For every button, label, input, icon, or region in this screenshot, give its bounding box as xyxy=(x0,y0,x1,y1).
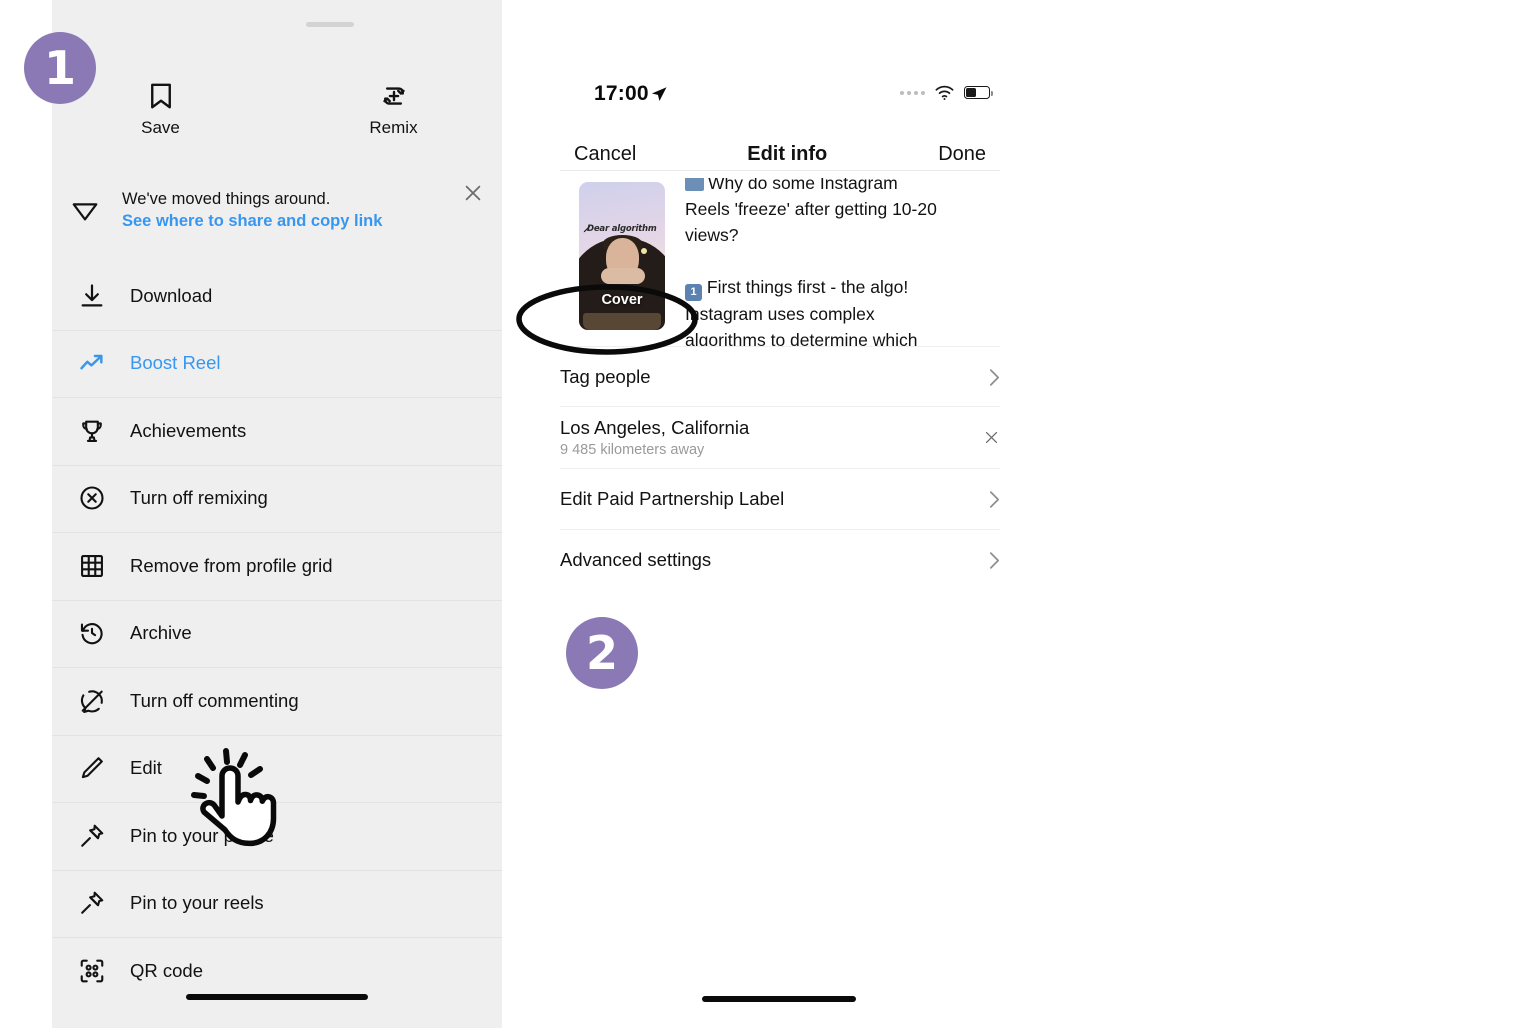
remix-icon xyxy=(382,86,405,105)
caption-paragraph-2: 1 First things first - the algo! Instagr… xyxy=(685,274,985,346)
banner-text: We've moved things around. See where to … xyxy=(122,188,462,233)
menu-item-download[interactable]: Download xyxy=(52,262,502,330)
menu-label: Edit xyxy=(130,757,162,779)
caption-line3: views? xyxy=(685,225,739,245)
clock-rewind-icon xyxy=(80,623,103,645)
tap-hand-cursor-icon xyxy=(191,748,277,847)
banner-title: We've moved things around. xyxy=(122,189,331,208)
row-title: Advanced settings xyxy=(560,549,712,570)
circle-x-icon xyxy=(80,486,104,510)
row-main: Los Angeles, California 9 485 kilometers… xyxy=(560,417,983,458)
menu-item-achievements[interactable]: Achievements xyxy=(52,397,502,465)
caption-line2: Reels 'freeze' after getting 10-20 xyxy=(685,199,937,219)
status-indicators xyxy=(900,84,994,101)
row-title: Tag people xyxy=(560,366,651,387)
grid-icon xyxy=(81,554,103,577)
emoji-icon xyxy=(685,178,704,191)
pin-icon xyxy=(81,891,104,915)
nav-divider xyxy=(560,170,1000,171)
comment-off-icon xyxy=(80,690,103,713)
menu-label: Turn off commenting xyxy=(130,689,299,711)
banner-link[interactable]: See where to share and copy link xyxy=(122,210,462,232)
trophy-icon xyxy=(82,420,102,442)
trending-up-icon xyxy=(80,355,103,370)
menu-item-archive[interactable]: Archive xyxy=(52,599,502,668)
row-advanced-settings[interactable]: Advanced settings xyxy=(560,529,1000,590)
done-button[interactable]: Done xyxy=(938,143,986,166)
caption-line-clipped: Why do some Instagram xyxy=(685,178,985,196)
status-bar: 17:00 xyxy=(502,82,1058,114)
menu-label: QR code xyxy=(130,959,204,981)
menu-item-pin-to-your-reels[interactable]: Pin to your reels xyxy=(52,869,502,938)
status-time: 17:00 xyxy=(594,82,649,105)
menu-item-remove-from-profile-grid[interactable]: Remove from profile grid xyxy=(52,532,502,600)
caption-p2-line2: Instagram uses complex xyxy=(685,304,875,324)
menu-label: Pin to your reels xyxy=(130,892,264,914)
location-arrow-icon xyxy=(651,87,667,101)
pencil-icon xyxy=(81,757,103,779)
close-icon[interactable] xyxy=(462,182,484,204)
remix-button[interactable]: Remix xyxy=(285,64,502,154)
menu-label: Boost Reel xyxy=(130,352,221,374)
menu-label: Remove from profile grid xyxy=(130,554,333,576)
menu-item-boost-reel[interactable]: Boost Reel xyxy=(52,329,502,398)
battery-icon xyxy=(964,86,994,99)
signal-dots-icon xyxy=(900,90,925,95)
download-icon xyxy=(81,284,103,307)
home-indicator-left xyxy=(186,994,368,1000)
cover-overlay-text: Dear algorithm xyxy=(587,224,657,234)
moved-things-banner[interactable]: We've moved things around. See where to … xyxy=(52,172,502,248)
caption-text[interactable]: Why do some Instagram Reels 'freeze' aft… xyxy=(685,178,985,346)
menu-item-turn-off-remixing[interactable]: Turn off remixing xyxy=(52,464,502,533)
chevron-right-icon xyxy=(989,490,1000,508)
highlight-ellipse-annotation xyxy=(516,284,698,355)
caption-p2-line3: algorithms to determine which xyxy=(685,330,918,346)
menu-item-turn-off-commenting[interactable]: Turn off commenting xyxy=(52,667,502,735)
pin-icon xyxy=(81,824,104,847)
menu-label: Download xyxy=(130,284,213,306)
step-badge-2: 2 xyxy=(566,617,638,689)
screenshot-stage: Save Remix We've moved things around. Se… xyxy=(0,0,1526,1028)
row-subtitle: 9 485 kilometers away xyxy=(560,442,705,458)
row-main: Edit Paid Partnership Label xyxy=(560,488,989,510)
row-paid-partnership[interactable]: Edit Paid Partnership Label xyxy=(560,468,1000,529)
qr-code-icon xyxy=(80,959,104,983)
save-label: Save xyxy=(141,117,180,137)
row-title: Edit Paid Partnership Label xyxy=(560,488,785,509)
paper-plane-icon xyxy=(72,203,98,221)
row-location[interactable]: Los Angeles, California 9 485 kilometers… xyxy=(560,406,1000,468)
chevron-right-icon xyxy=(989,368,1000,386)
quick-actions-row: Save Remix xyxy=(52,64,502,154)
sheet-drag-handle[interactable] xyxy=(306,22,354,27)
wifi-icon xyxy=(935,85,954,100)
step-badge-1: 1 xyxy=(24,32,96,104)
share-menu-list: Download Boost Reel Achievements Turn of… xyxy=(52,262,502,1005)
menu-label: Achievements xyxy=(130,419,247,441)
page-title: Edit info xyxy=(747,142,828,165)
menu-label: Archive xyxy=(130,622,192,644)
caption-p2-line1: First things first - the algo! xyxy=(706,277,909,297)
cover-sparkle xyxy=(641,248,647,254)
row-title: Los Angeles, California xyxy=(560,417,750,438)
cancel-button[interactable]: Cancel xyxy=(574,143,636,166)
row-main: Tag people xyxy=(560,366,989,388)
home-indicator-right xyxy=(702,996,856,1002)
close-icon[interactable] xyxy=(983,429,1000,446)
caption-line1: Why do some Instagram xyxy=(708,178,898,193)
caption-p2-line1-wrap: 1 First things first - the algo! xyxy=(685,274,985,301)
bookmark-icon xyxy=(150,83,171,108)
menu-label: Turn off remixing xyxy=(130,487,268,509)
remix-label: Remix xyxy=(369,117,418,137)
chevron-right-icon xyxy=(989,551,1000,569)
row-main: Advanced settings xyxy=(560,549,989,571)
